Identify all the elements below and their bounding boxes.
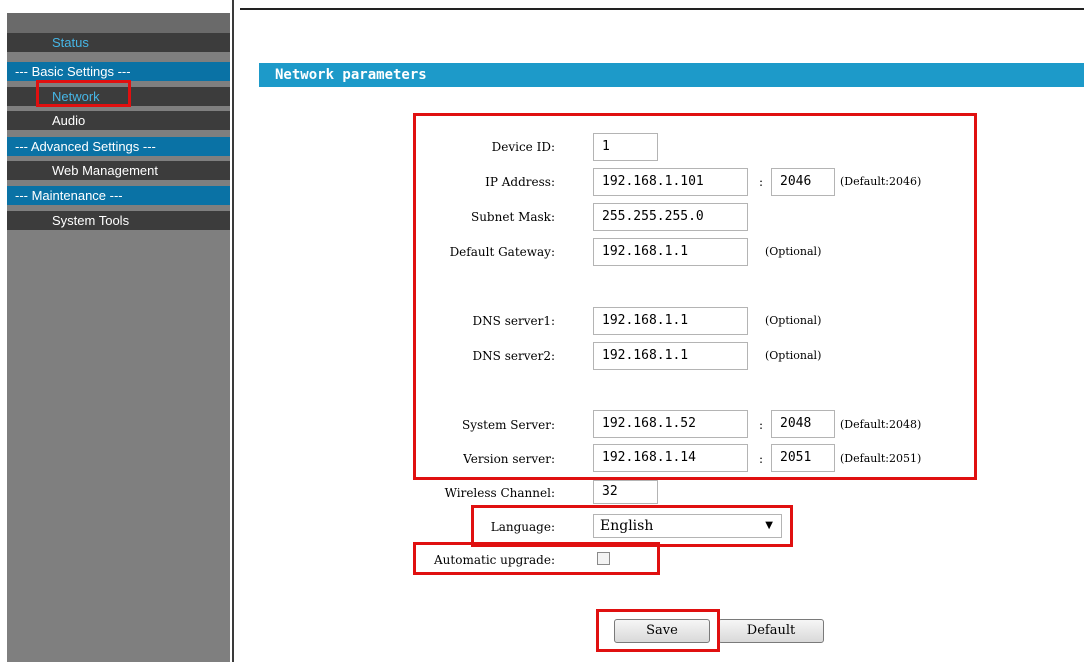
auto-upgrade-checkbox[interactable]	[597, 552, 610, 565]
version-port-colon: :	[759, 452, 764, 466]
system-server-input[interactable]: 192.168.1.52	[593, 410, 748, 438]
frame-top-border	[240, 8, 1084, 10]
sidebar-item-system-tools[interactable]: System Tools	[7, 211, 230, 230]
sidebar-section-advanced-settings: --- Advanced Settings ---	[7, 137, 230, 156]
chevron-down-icon[interactable]: ▼	[765, 515, 773, 537]
system-port-note: (Default:2048)	[840, 418, 922, 431]
ip-port-note: (Default:2046)	[840, 175, 922, 188]
system-server-label: System Server:	[462, 418, 555, 432]
dns2-input[interactable]: 192.168.1.1	[593, 342, 748, 370]
version-port-input[interactable]: 2051	[771, 444, 835, 472]
device-id-input[interactable]: 1	[593, 133, 658, 161]
system-port-input[interactable]: 2048	[771, 410, 835, 438]
dns1-label: DNS server1:	[472, 314, 555, 328]
ip-port-input[interactable]: 2046	[771, 168, 835, 196]
language-label: Language:	[490, 520, 555, 534]
ip-address-input[interactable]: 192.168.1.101	[593, 168, 748, 196]
default-gateway-label: Default Gateway:	[449, 245, 555, 259]
sidebar-item-network[interactable]: Network	[7, 87, 230, 106]
wireless-channel-input[interactable]: 32	[593, 480, 658, 504]
default-gateway-input[interactable]: 192.168.1.1	[593, 238, 748, 266]
system-port-colon: :	[759, 418, 764, 432]
version-port-note: (Default:2051)	[840, 452, 922, 465]
ip-address-label: IP Address:	[485, 175, 555, 189]
version-server-input[interactable]: 192.168.1.14	[593, 444, 748, 472]
sidebar-section-maintenance: --- Maintenance ---	[7, 186, 230, 205]
sidebar-section-basic-settings: --- Basic Settings ---	[7, 62, 230, 81]
auto-upgrade-label: Automatic upgrade:	[434, 553, 555, 567]
page-title: Network parameters	[259, 63, 1084, 87]
subnet-mask-label: Subnet Mask:	[470, 210, 555, 224]
sidebar: Status --- Basic Settings --- Network Au…	[0, 0, 232, 662]
default-button[interactable]: Default	[718, 619, 824, 643]
save-button[interactable]: Save	[614, 619, 710, 643]
version-server-label: Version server:	[463, 452, 555, 466]
subnet-mask-input[interactable]: 255.255.255.0	[593, 203, 748, 231]
language-value: English	[600, 518, 654, 534]
dns1-input[interactable]: 192.168.1.1	[593, 307, 748, 335]
language-select[interactable]: English ▼	[593, 514, 782, 538]
device-id-label: Device ID:	[491, 140, 555, 154]
dns1-note: (Optional)	[765, 314, 822, 327]
sidebar-item-web-management[interactable]: Web Management	[7, 161, 230, 180]
ip-port-colon: :	[759, 175, 764, 189]
sidebar-top-strip	[7, 13, 230, 33]
default-gateway-note: (Optional)	[765, 245, 822, 258]
dns2-label: DNS server2:	[472, 349, 555, 363]
wireless-channel-label: Wireless Channel:	[444, 486, 555, 500]
sidebar-item-status[interactable]: Status	[7, 33, 230, 52]
sidebar-item-audio[interactable]: Audio	[7, 111, 230, 130]
dns2-note: (Optional)	[765, 349, 822, 362]
frame-divider	[232, 0, 234, 662]
